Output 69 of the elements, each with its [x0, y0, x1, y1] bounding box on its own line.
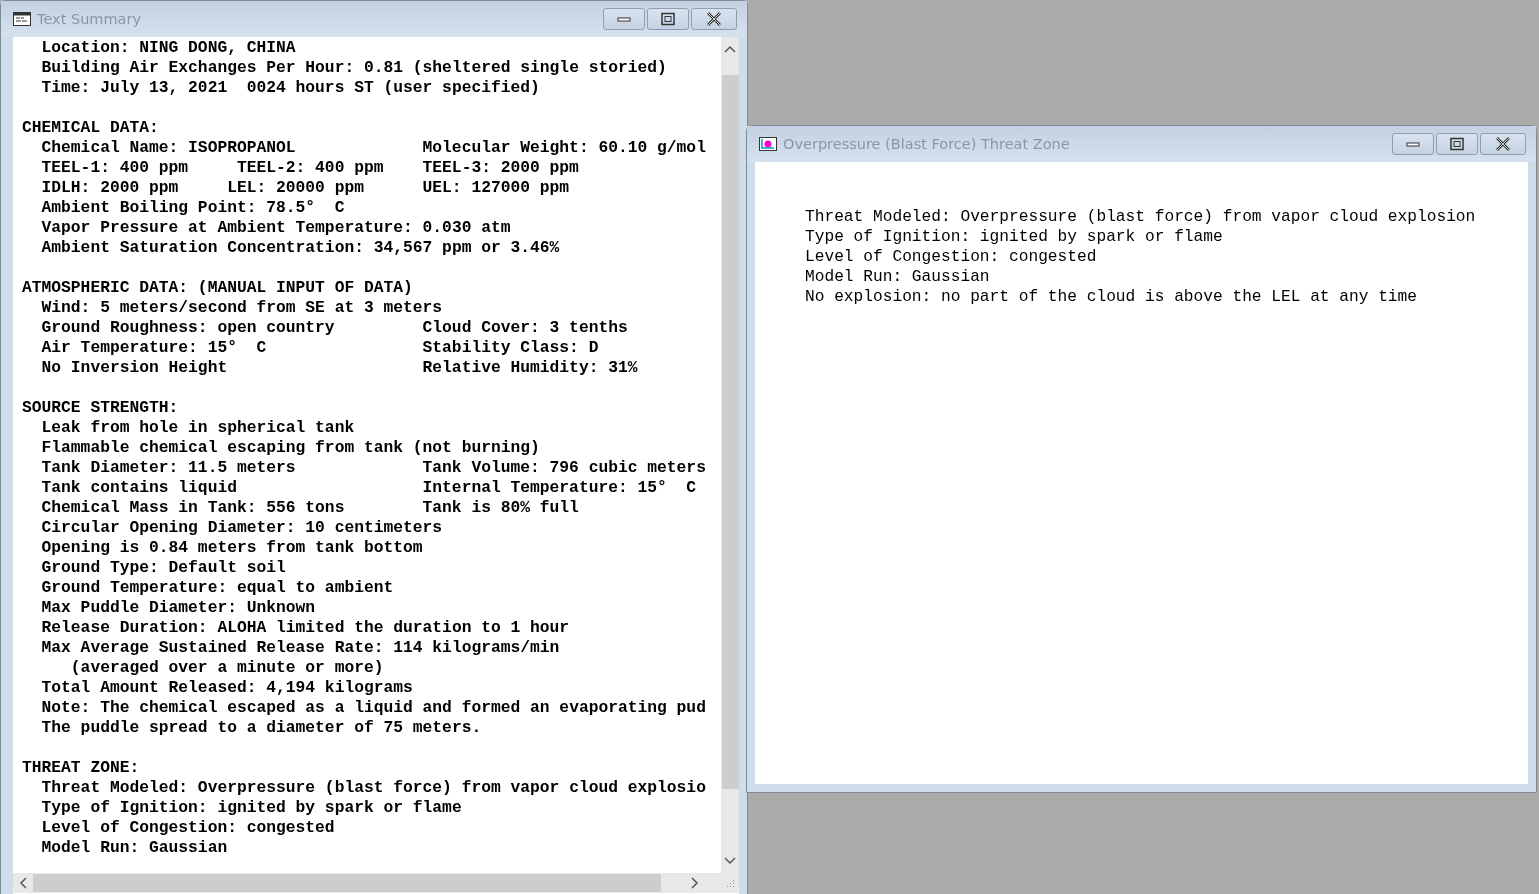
scroll-thumb[interactable] — [33, 874, 661, 892]
summary-line: Level of Congestion: congested — [41, 818, 336, 838]
summary-line: Relative Humidity: 31% — [422, 358, 638, 378]
chevron-left-icon — [19, 877, 27, 889]
section-heading: THREAT ZONE: — [22, 758, 141, 778]
summary-line: Vapor Pressure at Ambient Temperature: 0.030 atm — [41, 218, 511, 238]
summary-line: Wind: 5 meters/second from SE at 3 meters — [41, 298, 443, 318]
summary-line: Model Run: Gaussian — [41, 838, 229, 858]
maximize-icon — [1449, 137, 1465, 151]
section-heading: ATMOSPHERIC DATA: (MANUAL INPUT OF DATA) — [22, 278, 414, 298]
section-heading: CHEMICAL DATA: — [22, 118, 160, 138]
summary-line: Ground Roughness: open country — [41, 318, 336, 338]
summary-line: IDLH: 2000 ppm LEL: 20000 ppm — [41, 178, 365, 198]
summary-line: Model Run: Gaussian — [805, 267, 991, 287]
close-button[interactable] — [1480, 133, 1526, 155]
summary-line: TEEL-1: 400 ppm TEEL-2: 400 ppm — [41, 158, 385, 178]
summary-line: Total Amount Released: 4,194 kilograms — [41, 678, 414, 698]
summary-line: Time: July 13, 2021 0024 hours ST (user specified) — [41, 78, 540, 98]
summary-line: TEEL-3: 2000 ppm — [422, 158, 579, 178]
summary-line: Circular Opening Diameter: 10 centimeters — [41, 518, 443, 538]
summary-line: Ambient Saturation Concentration: 34,567 ppm or 3.46% — [41, 238, 560, 258]
summary-line: Stability Class: D — [422, 338, 599, 358]
summary-line: Tank Diameter: 11.5 meters — [41, 458, 297, 478]
summary-line: No explosion: no part of the cloud is above the LEL at any time — [805, 287, 1417, 307]
summary-line: Ambient Boiling Point: 78.5° C — [41, 198, 346, 218]
summary-line: No Inversion Height — [41, 358, 229, 378]
summary-line: Chemical Name: ISOPROPANOL — [41, 138, 297, 158]
summary-line: Building Air Exchanges Per Hour: 0.81 (sheltered single storied) — [41, 58, 667, 78]
chart-icon — [759, 137, 777, 151]
summary-line: Opening is 0.84 meters from tank bottom — [41, 538, 423, 558]
resize-grip-icon — [725, 878, 735, 888]
section-heading: SOURCE STRENGTH: — [22, 398, 180, 418]
summary-line: Release Duration: ALOHA limited the duration to 1 hour — [41, 618, 570, 638]
summary-line: Air Temperature: 15° C — [41, 338, 268, 358]
window-title: Overpressure (Blast Force) Threat Zone — [783, 136, 1071, 152]
summary-line: The puddle spread to a diameter of 75 meters. — [41, 718, 482, 738]
summary-line: Tank contains liquid — [41, 478, 238, 498]
summary-line: UEL: 127000 ppm — [422, 178, 570, 198]
close-icon — [1495, 137, 1511, 151]
maximize-button[interactable] — [1436, 133, 1478, 155]
summary-line: Leak from hole in spherical tank — [41, 418, 356, 438]
maximize-button[interactable] — [647, 8, 689, 30]
summary-line: Location: NING DONG, CHINA — [41, 38, 297, 58]
chevron-right-icon — [691, 877, 699, 889]
window-icon — [13, 12, 31, 26]
window-title: Text Summary — [37, 11, 142, 27]
chevron-down-icon — [724, 857, 736, 865]
summary-line: Chemical Mass in Tank: 556 tons — [41, 498, 346, 518]
summary-line: Cloud Cover: 3 tenths — [422, 318, 628, 338]
close-button[interactable] — [691, 8, 737, 30]
close-icon — [706, 12, 722, 26]
summary-line: Tank is 80% full — [422, 498, 579, 518]
summary-line: Type of Ignition: ignited by spark or flame — [805, 227, 1223, 247]
summary-line: Threat Modeled: Overpressure (blast force) from vapor cloud explosion — [805, 207, 1476, 227]
summary-line: Threat Modeled: Overpressure (blast force) from vapor cloud explosio — [41, 778, 706, 798]
summary-line: Level of Congestion: congested — [805, 247, 1098, 267]
summary-line: Ground Temperature: equal to ambient — [41, 578, 395, 598]
summary-line: Note: The chemical escaped as a liquid and formed an evaporating pud — [41, 698, 706, 718]
summary-line: Internal Temperature: 15° C — [422, 478, 697, 498]
summary-line: Ground Type: Default soil — [41, 558, 287, 578]
summary-line: Molecular Weight: 60.10 g/mol — [422, 138, 706, 158]
summary-line: Flammable chemical escaping from tank (not burning) — [41, 438, 540, 458]
summary-line: Max Average Sustained Release Rate: 114 kilograms/min — [41, 638, 560, 658]
summary-line: Max Puddle Diameter: Unknown — [41, 598, 317, 618]
summary-line: Tank Volume: 796 cubic meters — [422, 458, 706, 478]
maximize-icon — [660, 12, 676, 26]
chevron-up-icon — [724, 45, 736, 53]
summary-line: Type of Ignition: ignited by spark or flame — [41, 798, 462, 818]
summary-line: (averaged over a minute or more) — [70, 658, 385, 678]
